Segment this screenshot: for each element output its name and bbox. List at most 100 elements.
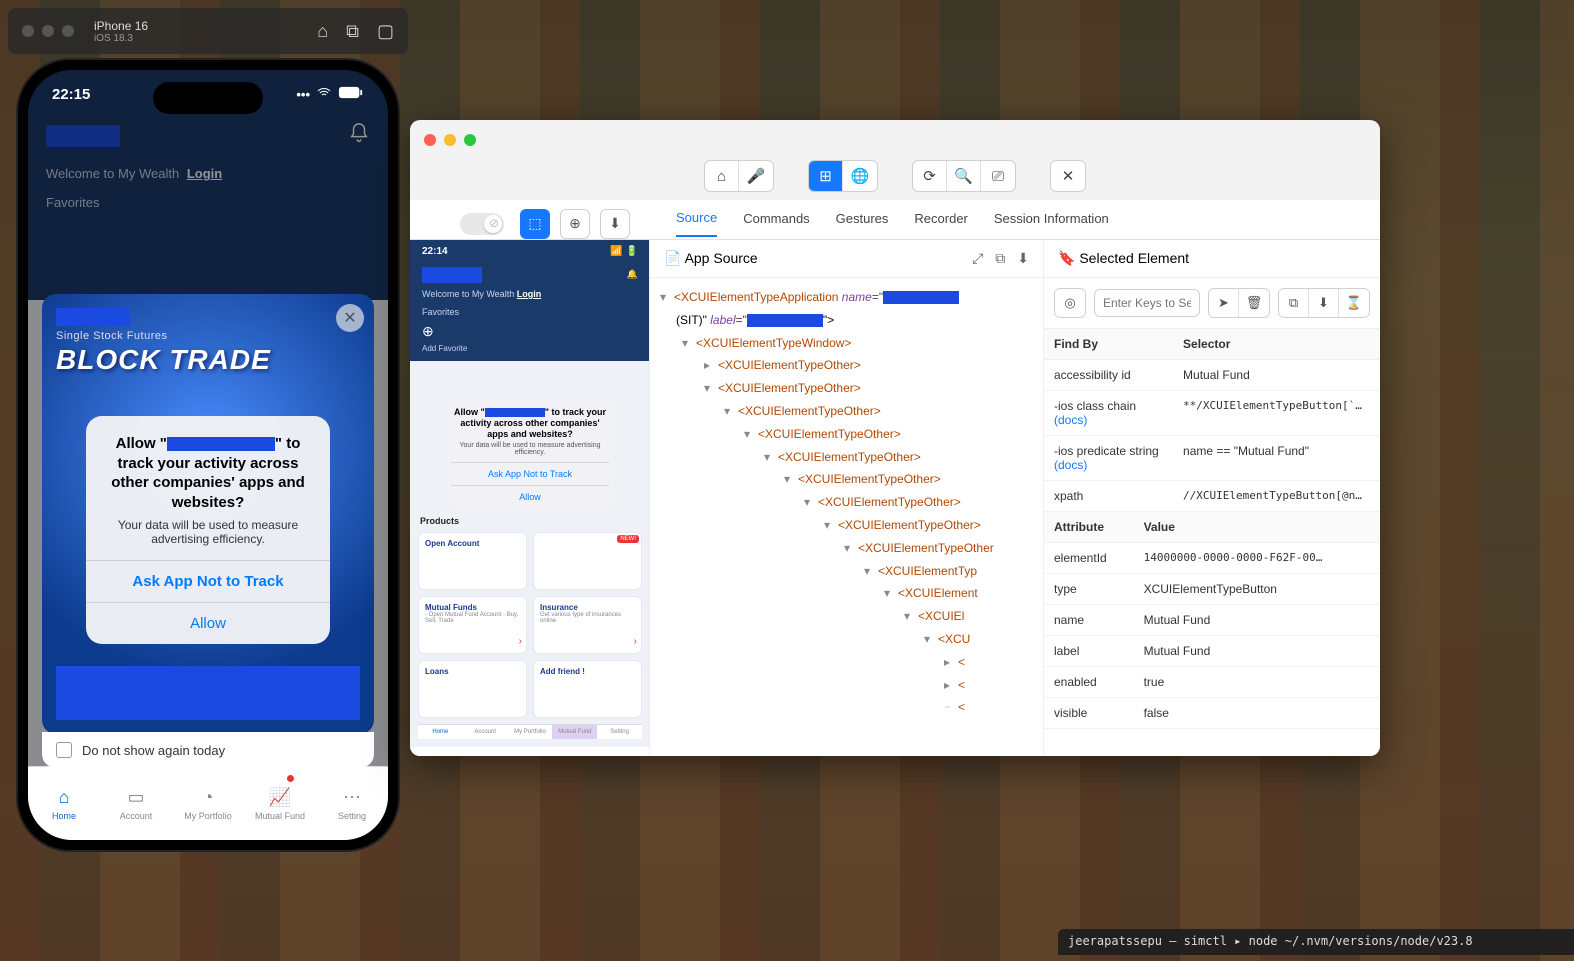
window-minimize-button[interactable] <box>444 134 456 146</box>
tap-mode-button[interactable]: ⊕ <box>560 209 590 239</box>
mini-redacted <box>422 267 482 283</box>
native-mode-button[interactable]: ⌂ <box>705 161 739 191</box>
battery-icon <box>338 86 364 102</box>
app-source-title: App Source <box>685 250 758 266</box>
mini-card: Open Account <box>418 532 527 590</box>
mini-bell-icon: 🔔 <box>627 269 638 280</box>
download-button-2[interactable]: ⬇ <box>1309 289 1339 317</box>
table-row: enabledtrue <box>1044 667 1380 698</box>
timing-button[interactable]: ⌛ <box>1339 289 1369 317</box>
window-close-dot[interactable] <box>22 25 34 37</box>
tab-gestures[interactable]: Gestures <box>836 211 889 236</box>
copy-button[interactable]: ⧉ <box>1279 289 1309 317</box>
redacted-appname: x <box>167 437 275 451</box>
add-icon: ⊕ <box>410 319 650 344</box>
close-icon[interactable]: ✕ <box>336 304 364 332</box>
chart-icon: 📈 <box>269 787 291 808</box>
table-row: labelMutual Fund <box>1044 636 1380 667</box>
screenshot-icon[interactable]: ⧉ <box>346 21 359 42</box>
table-row: -ios class chain(docs)**/XCUIElementType… <box>1044 391 1380 436</box>
record-button[interactable]: ⎚ <box>981 161 1015 191</box>
table-row: elementId14000000-0000-0000-F62F-0000000… <box>1044 543 1380 574</box>
alert-title: Allow "x" to track your activity across … <box>86 416 330 514</box>
expand-icon[interactable]: ⤢ <box>972 250 983 267</box>
tab-commands[interactable]: Commands <box>743 211 809 236</box>
simulator-titlebar: iPhone 16 iOS 18.3 ⌂ ⧉ ▢ <box>8 8 408 54</box>
mini-card: InsuranceGet various type of insurances … <box>533 596 642 654</box>
mini-card: NEW! <box>533 532 642 590</box>
table-row: xpath//XCUIElementTypeButton[@name="Mu <box>1044 481 1380 512</box>
mic-button[interactable]: 🎤 <box>739 161 773 191</box>
web-button[interactable]: 🌐 <box>843 161 877 191</box>
wifi-icon <box>316 85 332 104</box>
tab-setting[interactable]: ⋯Setting <box>316 767 388 840</box>
table-row: typeXCUIElementTypeButton <box>1044 574 1380 605</box>
refresh-button[interactable]: ⟳ <box>913 161 947 191</box>
more-icon: ⋯ <box>343 787 361 808</box>
copy-icon[interactable]: ⧉ <box>995 250 1005 267</box>
source-tree[interactable]: ▾<XCUIElementTypeApplication name=" (SIT… <box>650 278 1043 756</box>
inspector-subtoolbar: ⬚ ⊕ ⬇ Source Commands Gestures Recorder … <box>410 200 1380 240</box>
toggle-switch[interactable] <box>460 213 504 235</box>
send-keys-input[interactable] <box>1094 289 1200 317</box>
search-button[interactable]: 🔍 <box>947 161 981 191</box>
tab-source[interactable]: Source <box>676 210 717 237</box>
screenshot-preview[interactable]: 22:14📶 🔋 🔔 Welcome to My Wealth Login Fa… <box>410 240 650 756</box>
grid-button[interactable]: ⊞ <box>809 161 843 191</box>
table-row: -ios predicate string(docs)name == "Mutu… <box>1044 436 1380 481</box>
tab-session-info[interactable]: Session Information <box>994 211 1109 236</box>
redacted-block <box>56 666 360 720</box>
window-max-dot[interactable] <box>62 25 74 37</box>
window-min-dot[interactable] <box>42 25 54 37</box>
docs-link[interactable]: (docs) <box>1054 458 1087 472</box>
cellular-icon: ••• <box>296 87 310 102</box>
iphone-frame: 22:15 ••• x Welcome to My Wealth Log <box>18 60 398 850</box>
do-not-show-row[interactable]: Do not show again today <box>42 732 374 768</box>
status-time: 22:15 <box>52 86 90 103</box>
pie-icon: ◔ <box>203 787 214 808</box>
table-row: visiblefalse <box>1044 698 1380 729</box>
ask-not-to-track-button[interactable]: Ask App Not to Track <box>86 560 330 602</box>
mini-card: Mutual Funds- Open Mutual Fund Account -… <box>418 596 527 654</box>
table-row: accessibility idMutual Fund <box>1044 360 1380 391</box>
tap-action-button[interactable]: ◎ <box>1055 289 1085 317</box>
promo-title: BLOCK TRADE <box>56 344 360 376</box>
alert-message: Your data will be used to measure advert… <box>86 514 330 560</box>
download-icon[interactable]: ⬇ <box>1017 250 1029 267</box>
window-zoom-button[interactable] <box>464 134 476 146</box>
appium-inspector-window: ⌂ 🎤 ⊞ 🌐 ⟳ 🔍 ⎚ ✕ ⬚ ⊕ ⬇ Source Commands Ge… <box>410 120 1380 756</box>
docs-link[interactable]: (docs) <box>1054 413 1087 427</box>
app-source-panel: 📄 App Source ⤢ ⧉ ⬇ ▾<XCUIElementTypeAppl… <box>650 240 1044 756</box>
sim-os: iOS 18.3 <box>94 33 317 44</box>
sim-device: iPhone 16 <box>94 19 317 33</box>
window-close-button[interactable] <box>424 134 436 146</box>
account-icon: ▭ <box>127 787 144 808</box>
dynamic-island <box>153 82 263 114</box>
tab-portfolio[interactable]: ◔My Portfolio <box>172 767 244 840</box>
send-button[interactable]: ➤ <box>1209 289 1239 317</box>
home-icon[interactable]: ⌂ <box>317 21 328 42</box>
rotate-icon[interactable]: ▢ <box>377 21 394 42</box>
table-row: nameMutual Fund <box>1044 605 1380 636</box>
inspector-toolbar: ⌂ 🎤 ⊞ 🌐 ⟳ 🔍 ⎚ ✕ <box>410 160 1380 200</box>
allow-button[interactable]: Allow <box>86 602 330 644</box>
home-icon: ⌂ <box>59 787 70 808</box>
tab-mutual-fund[interactable]: 📈Mutual Fund <box>244 767 316 840</box>
tracking-alert: Allow "x" to track your activity across … <box>86 416 330 644</box>
redacted-brand <box>56 308 130 326</box>
tab-account[interactable]: ▭Account <box>100 767 172 840</box>
do-not-show-label: Do not show again today <box>82 743 225 758</box>
tab-home[interactable]: ⌂Home <box>28 767 100 840</box>
clear-button[interactable]: 🗑 <box>1239 289 1269 317</box>
selected-element-panel: 🔖 Selected Element ◎ ➤ 🗑 ⧉ ⬇ ⌛ Find BySe… <box>1044 240 1380 756</box>
tab-bar: ⌂Home ▭Account ◔My Portfolio 📈Mutual Fun… <box>28 766 388 840</box>
mini-card: Loans <box>418 660 527 718</box>
download-button[interactable]: ⬇ <box>600 209 630 239</box>
attributes-table: AttributeValue elementId14000000-0000-00… <box>1044 512 1380 729</box>
select-mode-button[interactable]: ⬚ <box>520 209 550 239</box>
tab-recorder[interactable]: Recorder <box>914 211 967 236</box>
promo-subtitle: Single Stock Futures <box>56 330 360 342</box>
quit-button[interactable]: ✕ <box>1051 161 1085 191</box>
checkbox-icon[interactable] <box>56 742 72 758</box>
terminal-strip[interactable]: jeerapatssepu — simctl ▸ node ~/.nvm/ver… <box>1058 929 1574 955</box>
